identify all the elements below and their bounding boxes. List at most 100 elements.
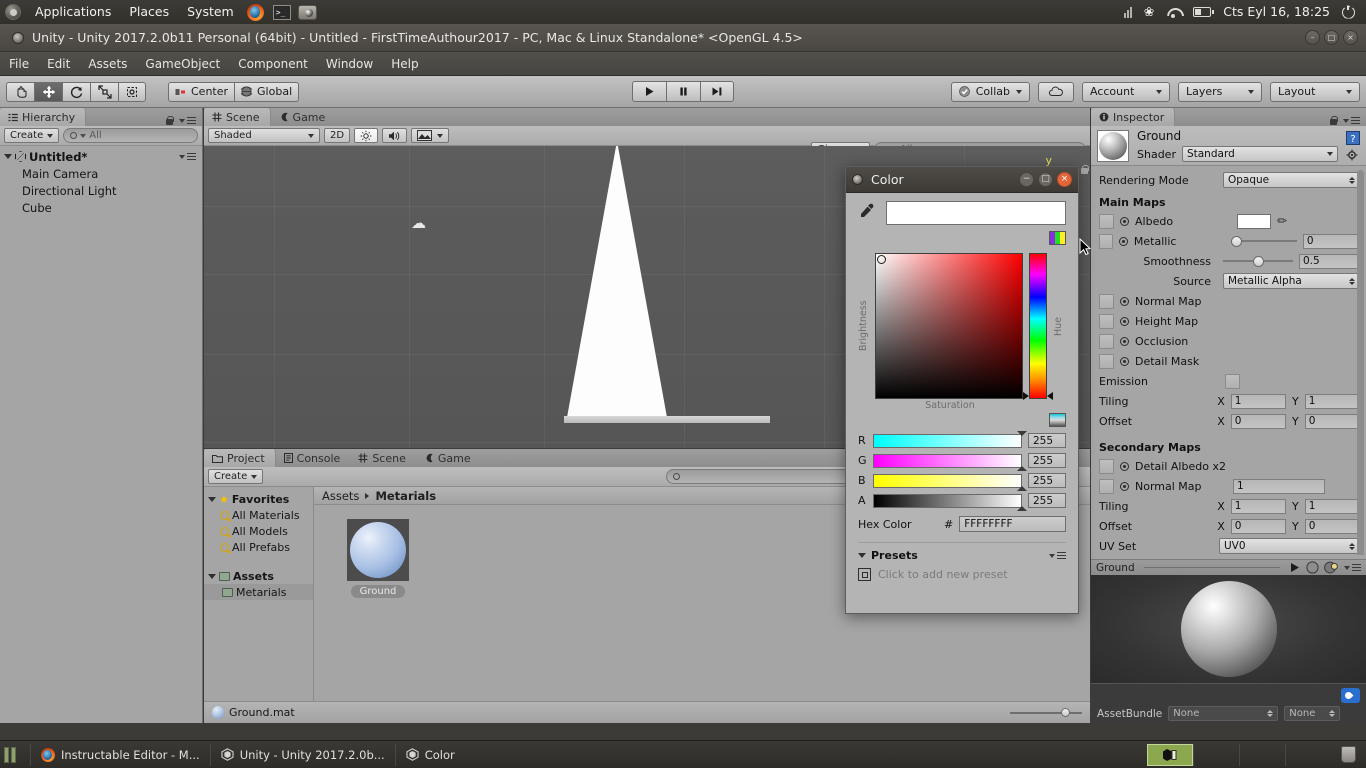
eyedropper-icon[interactable]: ✏	[1277, 214, 1287, 228]
play-button[interactable]	[632, 81, 666, 102]
workspace-2[interactable]	[1193, 744, 1239, 766]
ta\u0073kbar-item-unity[interactable]: Unity - Unity 2017.2.0b...	[210, 744, 395, 766]
hand-tool-icon[interactable]	[6, 82, 34, 102]
project-create-button[interactable]: Create	[208, 469, 263, 484]
slider-knob[interactable]	[1017, 466, 1027, 471]
hue-strip[interactable]	[1029, 253, 1047, 399]
cloud-button[interactable]	[1038, 82, 1074, 102]
hierarchy-create-button[interactable]: Create	[4, 128, 59, 143]
albedo-radio-icon[interactable]	[1120, 217, 1129, 226]
inspector-scrollbar[interactable]	[1357, 170, 1364, 555]
channel-slider-g[interactable]	[873, 454, 1022, 468]
tab-scene[interactable]: Scene	[204, 108, 271, 126]
project-tree-all-prefabs[interactable]: All Prefabs	[204, 539, 313, 555]
sec-tiling-x-field[interactable]: 1	[1231, 499, 1286, 514]
project-tree-metarials[interactable]: Metarials	[204, 584, 313, 600]
battery-icon[interactable]	[1188, 0, 1216, 24]
rendering-mode-dropdown[interactable]: Opaque	[1223, 172, 1360, 188]
detail-mask-radio-icon[interactable]	[1120, 357, 1129, 366]
screenshot-icon[interactable]	[295, 0, 321, 24]
tab-project[interactable]: Project	[204, 449, 276, 467]
tab-hierarchy[interactable]: Hierarchy	[0, 108, 86, 126]
bluetooth-icon[interactable]: ❀	[1139, 0, 1159, 24]
lighting-toggle-button[interactable]	[354, 128, 378, 143]
layers-button[interactable]: Layers	[1178, 82, 1262, 102]
chevron-down-icon[interactable]	[208, 497, 216, 502]
presets-header[interactable]: Presets	[858, 542, 1066, 562]
ground-plane-object[interactable]	[566, 146, 668, 423]
audio-toggle-button[interactable]	[382, 128, 407, 143]
rect-tool-icon[interactable]	[118, 82, 146, 102]
sec-normal-value[interactable]: 1	[1233, 479, 1325, 494]
sv-cursor[interactable]	[877, 255, 886, 264]
smoothness-value[interactable]: 0.5	[1299, 254, 1359, 269]
menu-places[interactable]: Places	[120, 0, 178, 24]
height-map-radio-icon[interactable]	[1120, 317, 1129, 326]
add-preset-icon[interactable]	[858, 568, 871, 581]
menu-system[interactable]: System	[178, 0, 243, 24]
color-close-button[interactable]: ×	[1057, 172, 1072, 187]
sec-normal-texture-slot[interactable]	[1099, 479, 1114, 494]
color-preview-swatch[interactable]	[886, 201, 1066, 225]
asset-zoom-slider[interactable]	[1010, 712, 1082, 714]
chevron-down-icon[interactable]	[4, 154, 12, 159]
preview-menu-icon[interactable]	[1344, 564, 1361, 572]
menu-file[interactable]: File	[0, 52, 38, 76]
hex-color-field[interactable]: FFFFFFFF	[959, 516, 1066, 532]
height-map-texture-slot[interactable]	[1099, 314, 1114, 329]
project-tree-assets[interactable]: Assets	[204, 568, 313, 584]
pipette-icon[interactable]	[858, 202, 876, 224]
channel-slider-b[interactable]	[873, 474, 1022, 488]
hue-marker-left[interactable]	[1023, 392, 1029, 400]
help-icon[interactable]: ?	[1346, 131, 1360, 145]
sec-offset-y-field[interactable]: 0	[1305, 519, 1360, 534]
terminal-icon[interactable]: >_	[269, 0, 295, 24]
slider-knob[interactable]	[1017, 486, 1027, 491]
lighting-preview-icon[interactable]	[1324, 561, 1339, 574]
chevron-down-icon[interactable]	[208, 574, 216, 579]
add-preset-row[interactable]: Click to add new preset	[858, 568, 1066, 581]
detail-albedo-texture-slot[interactable]	[1099, 459, 1114, 474]
menu-window[interactable]: Window	[317, 52, 382, 76]
rotate-tool-icon[interactable]	[62, 82, 90, 102]
tag-icon[interactable]	[1341, 688, 1360, 703]
sec-tiling-y-field[interactable]: 1	[1305, 499, 1360, 514]
rgb-mode-icon[interactable]	[1049, 231, 1066, 245]
chevron-down-icon[interactable]	[858, 553, 866, 558]
albedo-texture-slot[interactable]	[1099, 214, 1114, 229]
project-tree-all-models[interactable]: All Models	[204, 523, 313, 539]
tiling-x-field[interactable]: 1	[1231, 394, 1286, 409]
detail-albedo-radio-icon[interactable]	[1120, 462, 1129, 471]
tab-console[interactable]: Console	[276, 449, 351, 467]
lock-icon[interactable]	[1329, 115, 1338, 126]
presets-menu-icon[interactable]	[1049, 552, 1066, 560]
albedo-color-swatch[interactable]	[1237, 214, 1271, 229]
power-icon[interactable]	[1337, 0, 1360, 24]
smoothness-slider[interactable]	[1223, 254, 1293, 268]
channel-value-g[interactable]: 255	[1028, 453, 1066, 468]
layout-button[interactable]: Layout	[1270, 82, 1360, 102]
detail-mask-texture-slot[interactable]	[1099, 354, 1114, 369]
sec-offset-x-field[interactable]: 0	[1231, 519, 1286, 534]
channel-slider-a[interactable]	[873, 494, 1022, 508]
swatch-mode-icon[interactable]	[1049, 413, 1066, 427]
menu-component[interactable]: Component	[229, 52, 317, 76]
shading-mode-dropdown[interactable]: Shaded	[208, 128, 320, 143]
lock-icon[interactable]	[165, 115, 174, 126]
metallic-texture-slot[interactable]	[1099, 234, 1113, 249]
asset-item-ground[interactable]: Ground	[342, 519, 414, 598]
hierarchy-item-directional-light[interactable]: Directional Light	[0, 182, 202, 199]
channel-value-a[interactable]: 255	[1028, 493, 1066, 508]
menu-gameobject[interactable]: GameObject	[136, 52, 229, 76]
collab-button[interactable]: Collab	[951, 82, 1030, 102]
wifi-icon[interactable]	[1161, 0, 1186, 24]
scale-tool-icon[interactable]	[90, 82, 118, 102]
fx-toggle-button[interactable]	[411, 128, 449, 143]
occlusion-texture-slot[interactable]	[1099, 334, 1114, 349]
toggle-2d-button[interactable]: 2D	[324, 128, 350, 143]
minimize-button[interactable]: –	[1305, 30, 1320, 45]
tab-game-bottom[interactable]: Game	[416, 449, 481, 467]
menu-applications[interactable]: Applications	[26, 0, 120, 24]
taskbar-item-color[interactable]: Color	[395, 744, 465, 766]
channel-value-b[interactable]: 255	[1028, 473, 1066, 488]
